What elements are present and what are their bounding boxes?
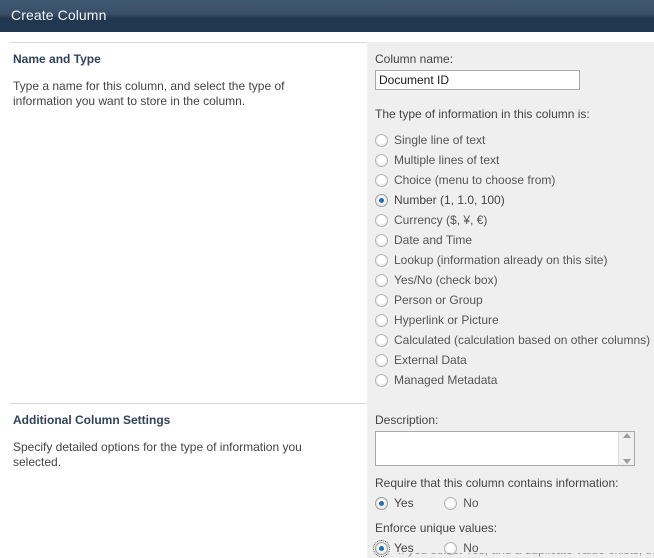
require-information-no-option[interactable]: No bbox=[444, 493, 478, 513]
description-label: Description: bbox=[375, 413, 654, 427]
radio-button-icon[interactable] bbox=[375, 354, 388, 367]
require-information-group: Require that this column contains inform… bbox=[375, 476, 654, 513]
description-scrollbar[interactable] bbox=[618, 432, 634, 465]
column-type-option-label: Choice (menu to choose from) bbox=[394, 173, 555, 187]
radio-button-icon[interactable] bbox=[375, 374, 388, 387]
radio-button-icon[interactable] bbox=[375, 497, 388, 510]
radio-button-icon[interactable] bbox=[375, 542, 388, 555]
radio-button-icon[interactable] bbox=[375, 274, 388, 287]
column-type-option-label: Number (1, 1.0, 100) bbox=[394, 193, 505, 207]
column-type-option-label: External Data bbox=[394, 353, 467, 367]
radio-button-icon[interactable] bbox=[375, 314, 388, 327]
scroll-down-arrow-icon[interactable] bbox=[623, 459, 631, 464]
section-heading-name-and-type: Name and Type bbox=[13, 52, 358, 66]
section-additional-column-settings: Additional Column Settings Specify detai… bbox=[13, 413, 358, 470]
column-type-option[interactable]: Lookup (information already on this site… bbox=[375, 250, 654, 270]
dialog-content: Name and Type Type a name for this colum… bbox=[0, 32, 654, 558]
radio-button-icon[interactable] bbox=[375, 174, 388, 187]
column-name-input[interactable] bbox=[375, 70, 580, 90]
column-type-option-label: Managed Metadata bbox=[394, 373, 497, 387]
column-type-option[interactable]: Person or Group bbox=[375, 290, 654, 310]
column-type-option-label: Calculated (calculation based on other c… bbox=[394, 333, 650, 347]
column-type-option-label: Yes/No (check box) bbox=[394, 273, 498, 287]
column-type-label: The type of information in this column i… bbox=[375, 107, 654, 121]
description-input[interactable] bbox=[376, 432, 618, 465]
radio-button-icon[interactable] bbox=[375, 134, 388, 147]
scroll-up-arrow-icon[interactable] bbox=[623, 433, 631, 438]
require-information-yes-option[interactable]: Yes bbox=[375, 493, 414, 513]
section-divider-middle bbox=[10, 403, 367, 404]
column-type-option[interactable]: Date and Time bbox=[375, 230, 654, 250]
column-type-option-label: Hyperlink or Picture bbox=[394, 313, 499, 327]
dialog-title-bar: Create Column bbox=[0, 0, 654, 32]
radio-button-icon[interactable] bbox=[375, 334, 388, 347]
radio-button-icon[interactable] bbox=[375, 194, 388, 207]
column-type-option[interactable]: Calculated (calculation based on other c… bbox=[375, 330, 654, 350]
column-type-option-label: Lookup (information already on this site… bbox=[394, 253, 607, 267]
column-type-option-label: Person or Group bbox=[394, 293, 483, 307]
section-divider-top bbox=[10, 42, 367, 43]
enforce-unique-values-label: Enforce unique values: bbox=[375, 521, 654, 535]
column-type-option[interactable]: Yes/No (check box) bbox=[375, 270, 654, 290]
column-name-label: Column name: bbox=[375, 52, 654, 66]
radio-button-icon[interactable] bbox=[375, 254, 388, 267]
column-type-option[interactable]: Number (1, 1.0, 100) bbox=[375, 190, 654, 210]
enforce-unique-values-hint: If you select Yes, and a duplicate value… bbox=[398, 553, 654, 558]
name-and-type-fields: Column name: The type of information in … bbox=[375, 52, 654, 390]
section-description-name-and-type: Type a name for this column, and select … bbox=[13, 79, 343, 109]
description-textarea-wrapper[interactable] bbox=[375, 431, 635, 466]
require-information-label: Require that this column contains inform… bbox=[375, 476, 654, 490]
radio-button-icon[interactable] bbox=[444, 497, 457, 510]
column-type-option-label: Single line of text bbox=[394, 133, 485, 147]
additional-settings-fields: Description: Require that this column co… bbox=[375, 413, 654, 558]
require-information-no-label: No bbox=[463, 496, 478, 510]
section-heading-additional-settings: Additional Column Settings bbox=[13, 413, 358, 427]
column-type-option[interactable]: Single line of text bbox=[375, 130, 654, 150]
page-title: Create Column bbox=[11, 7, 106, 23]
require-information-options[interactable]: Yes No bbox=[375, 493, 654, 513]
require-information-yes-label: Yes bbox=[394, 496, 414, 510]
enforce-unique-values-hint-text: If you select Yes, and a duplicate value… bbox=[398, 553, 654, 557]
column-type-option[interactable]: Multiple lines of text bbox=[375, 150, 654, 170]
column-type-option[interactable]: Currency ($, ¥, €) bbox=[375, 210, 654, 230]
column-type-option[interactable]: External Data bbox=[375, 350, 654, 370]
section-description-additional-settings: Specify detailed options for the type of… bbox=[13, 440, 343, 470]
radio-button-icon[interactable] bbox=[375, 294, 388, 307]
radio-button-icon[interactable] bbox=[375, 214, 388, 227]
column-type-option-label: Date and Time bbox=[394, 233, 472, 247]
radio-button-icon[interactable] bbox=[375, 234, 388, 247]
column-type-option-label: Currency ($, ¥, €) bbox=[394, 213, 487, 227]
section-name-and-type: Name and Type Type a name for this colum… bbox=[13, 52, 358, 109]
radio-button-icon[interactable] bbox=[375, 154, 388, 167]
column-type-option[interactable]: Managed Metadata bbox=[375, 370, 654, 390]
column-type-option-label: Multiple lines of text bbox=[394, 153, 499, 167]
column-type-radio-group[interactable]: Single line of text Multiple lines of tex… bbox=[375, 130, 654, 390]
column-type-option[interactable]: Hyperlink or Picture bbox=[375, 310, 654, 330]
column-type-option[interactable]: Choice (menu to choose from) bbox=[375, 170, 654, 190]
